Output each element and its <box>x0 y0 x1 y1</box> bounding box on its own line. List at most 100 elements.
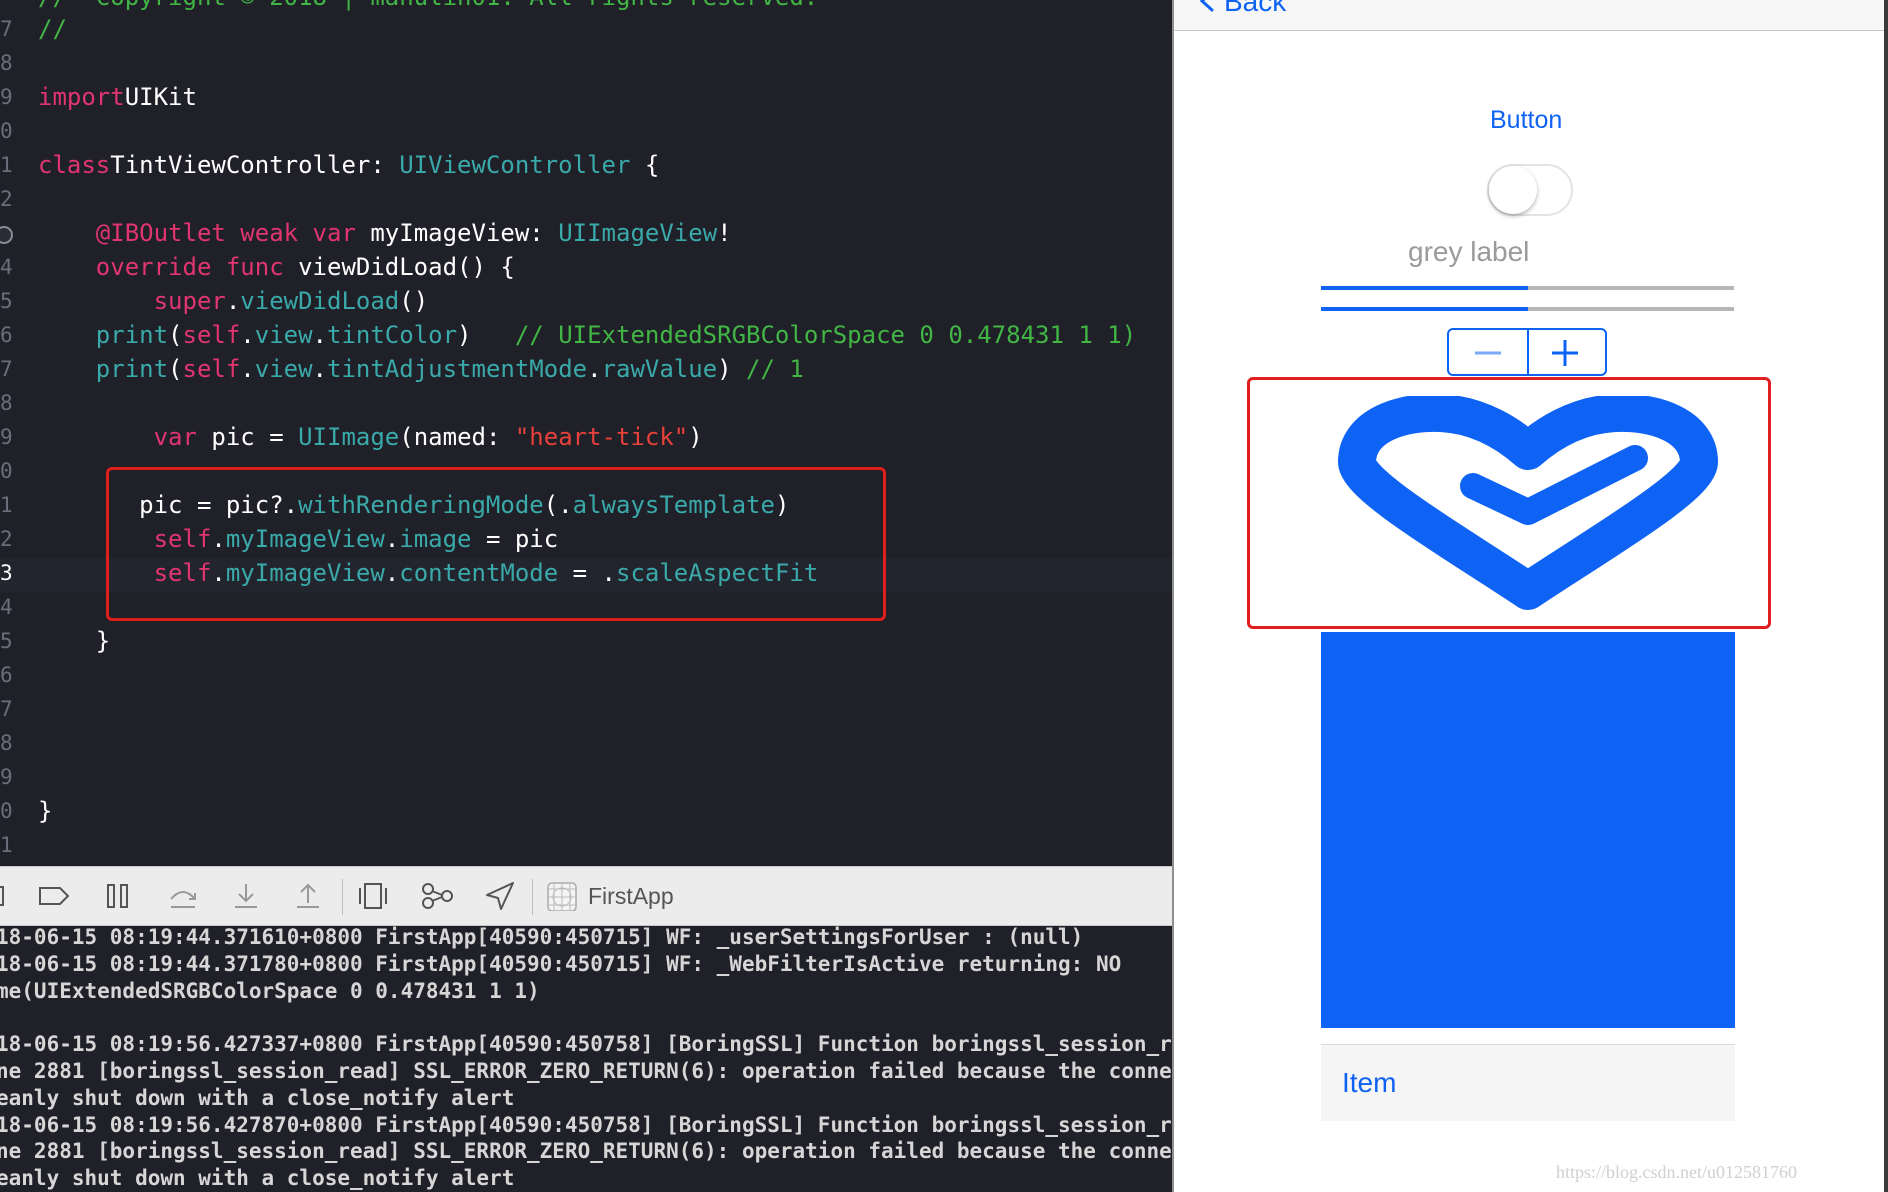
code-token: { <box>630 151 660 179</box>
code-token: myImageView: <box>355 219 559 247</box>
breakpoints-icon[interactable] <box>36 881 72 911</box>
window-edge <box>1884 0 1888 1192</box>
step-out-icon[interactable] <box>294 881 322 911</box>
simulator-frame-edge <box>1172 0 1174 1192</box>
console-line: 18-06-15 08:19:56.427870+0800 FirstApp[4… <box>0 1112 1172 1137</box>
tinted-view <box>1321 632 1735 1028</box>
toggle-switch[interactable] <box>1487 164 1573 216</box>
code-token: var <box>312 219 356 247</box>
code-token: pic = <box>196 423 299 451</box>
line-number: 4 <box>0 255 13 279</box>
slider[interactable] <box>1321 286 1734 290</box>
progress-view <box>1321 307 1734 311</box>
code-token: UIImage <box>298 423 400 451</box>
debug-toolbar: FirstApp <box>0 866 1172 926</box>
code-line: } <box>38 624 110 658</box>
line-number: 2 <box>0 187 13 211</box>
code-token: // <box>38 15 67 43</box>
line-number: 6 <box>0 663 13 687</box>
code-editor[interactable]: // Copyright © 2018 | manulin01. All rig… <box>0 0 1172 866</box>
console-line: me(UIExtendedSRGBColorSpace 0 0.478431 1… <box>0 978 540 1003</box>
code-token: rawValue <box>601 355 718 383</box>
toolbar-item[interactable]: Item <box>1342 1067 1396 1099</box>
code-line: override func viewDidLoad() { <box>38 250 515 284</box>
back-chevron-icon[interactable] <box>1196 0 1216 14</box>
console-line: eanly shut down with a close_notify aler… <box>0 1166 515 1191</box>
code-line: print(self.view.tintAdjustmentMode.rawVa… <box>38 352 804 386</box>
switch-knob <box>1489 166 1537 214</box>
toolbar-separator <box>342 879 343 915</box>
code-token: ( <box>168 355 183 383</box>
line-number: 0 <box>0 119 13 143</box>
code-token: (named: <box>399 423 515 451</box>
plus-icon[interactable] <box>1550 338 1580 368</box>
code-line: // <box>38 12 67 46</box>
code-token: print <box>95 355 169 383</box>
code-token: . <box>240 355 255 383</box>
code-token: ( <box>168 321 183 349</box>
code-token: UIViewController <box>399 151 631 179</box>
line-number: 1 <box>0 493 13 517</box>
line-number: 7 <box>0 17 13 41</box>
memory-graph-icon[interactable] <box>420 881 454 911</box>
code-token: ) <box>717 355 747 383</box>
line-number: 1 <box>0 153 13 177</box>
code-token: tintColor <box>327 321 458 349</box>
console-line: ne 2881 [boringssl_session_read] SSL_ERR… <box>0 1059 1172 1083</box>
step-over-icon[interactable] <box>168 881 198 911</box>
panel-toggle-icon[interactable] <box>0 881 8 911</box>
code-token: override <box>95 253 212 281</box>
code-token: "heart-tick" <box>514 423 689 451</box>
view-hierarchy-icon[interactable] <box>358 881 388 911</box>
code-line: print(self.view.tintColor) // UIExtended… <box>38 318 1136 352</box>
sim-button[interactable]: Button <box>1490 106 1562 135</box>
code-token: . <box>312 355 327 383</box>
code-token: func <box>225 253 284 281</box>
code-token: viewDidLoad <box>240 287 400 315</box>
step-into-icon[interactable] <box>232 881 260 911</box>
code-token: self <box>182 321 241 349</box>
code-token: view <box>254 321 313 349</box>
code-line: importUIKit <box>38 80 197 114</box>
line-number: 5 <box>0 629 13 653</box>
code-token: () <box>399 287 429 315</box>
back-button[interactable]: Back <box>1224 0 1286 18</box>
simulate-location-icon[interactable] <box>484 881 516 911</box>
code-token: . <box>312 321 327 349</box>
code-token: super <box>153 287 226 315</box>
line-number: 9 <box>0 85 13 109</box>
code-token: } <box>38 627 111 655</box>
code-token: weak <box>240 219 299 247</box>
code-line: } <box>38 794 52 828</box>
code-highlight-box <box>106 467 886 621</box>
code-token: viewDidLoad() { <box>283 253 515 281</box>
code-token: TintViewController: <box>110 151 400 179</box>
code-token: ) <box>457 321 515 349</box>
code-token: ! <box>717 219 732 247</box>
stepper[interactable] <box>1447 328 1607 376</box>
debug-console[interactable]: 18-06-15 08:19:44.371610+0800 FirstApp[4… <box>0 926 1172 1192</box>
line-number: 9 <box>0 765 13 789</box>
code-token: @IBOutlet <box>95 219 226 247</box>
app-target-label[interactable]: FirstApp <box>588 883 674 910</box>
line-number: 8 <box>0 731 13 755</box>
minus-icon[interactable] <box>1471 340 1505 366</box>
code-line: @IBOutlet weak var myImageView: UIImageV… <box>38 216 732 250</box>
line-number: 2 <box>0 527 13 551</box>
line-number: 9 <box>0 425 13 449</box>
code-token: . <box>225 287 241 315</box>
line-number: 0 <box>0 459 13 483</box>
console-line: 18-06-15 08:19:56.427337+0800 FirstApp[4… <box>0 1032 1172 1057</box>
console-line: ne 2881 [boringssl_session_read] SSL_ERR… <box>0 1139 1172 1164</box>
app-target-icon[interactable] <box>546 881 578 911</box>
pause-icon[interactable] <box>104 881 132 911</box>
watermark: https://blog.csdn.net/u012581760 <box>1556 1162 1797 1182</box>
console-line: eanly shut down with a close_notify aler… <box>0 1085 515 1110</box>
code-token: class <box>38 151 111 179</box>
line-number: 3 <box>0 561 13 585</box>
